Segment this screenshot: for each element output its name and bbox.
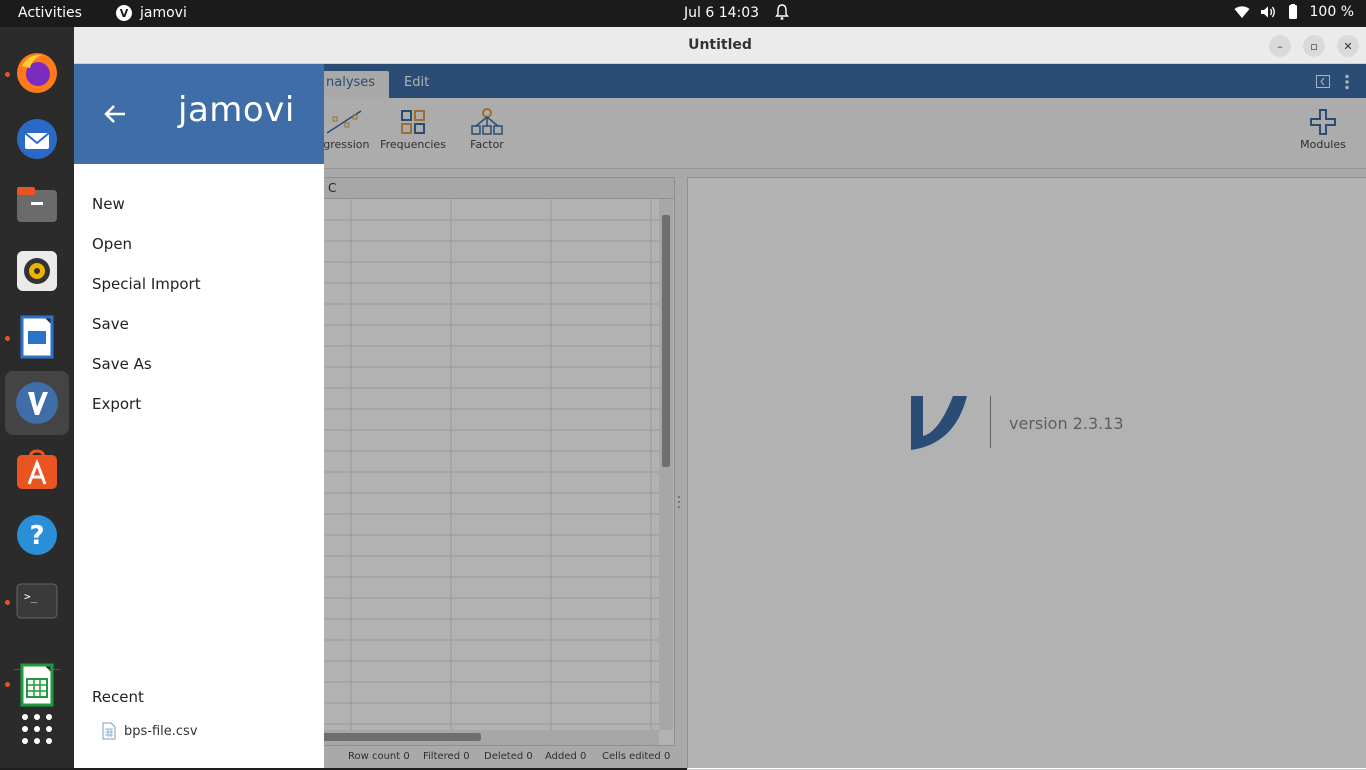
app-menu[interactable]: V jamovi [116, 5, 187, 21]
recent-file-item[interactable]: bps-file.csv [102, 722, 198, 740]
libreoffice-impress-icon[interactable] [10, 310, 64, 364]
dock: ? >_ [0, 27, 74, 768]
window-title: Untitled [688, 37, 752, 53]
app-name: jamovi [140, 5, 187, 21]
recent-title: Recent [92, 688, 144, 706]
menu-item-new[interactable]: New [92, 195, 125, 213]
battery-icon [1288, 4, 1297, 19]
jamovi-dock-icon[interactable] [5, 371, 69, 435]
file-menu-header: jamovi [74, 64, 324, 164]
menu-item-open[interactable]: Open [92, 235, 132, 253]
modal-backdrop[interactable] [324, 64, 1366, 768]
help-icon[interactable]: ? [10, 508, 64, 562]
notification-bell-icon[interactable] [774, 3, 790, 21]
menu-item-special-import[interactable]: Special Import [92, 275, 201, 293]
menu-item-export[interactable]: Export [92, 395, 141, 413]
window-titlebar[interactable]: Untitled – ▫ ✕ [74, 27, 1366, 64]
volume-icon [1260, 6, 1275, 18]
activities-button[interactable]: Activities [18, 5, 82, 21]
rhythmbox-icon[interactable] [10, 244, 64, 298]
back-arrow-icon[interactable] [104, 104, 126, 124]
thunderbird-icon[interactable] [10, 112, 64, 166]
menu-item-save-as[interactable]: Save As [92, 355, 152, 373]
file-menu-panel: jamovi New Open Special Import Save Save… [74, 64, 324, 768]
firefox-icon[interactable] [10, 46, 64, 100]
spreadsheet-file-icon [102, 722, 116, 740]
show-apps-grid-icon[interactable] [10, 702, 64, 756]
maximize-button[interactable]: ▫ [1303, 35, 1325, 57]
recent-file-name: bps-file.csv [124, 723, 198, 739]
minimize-button[interactable]: – [1269, 35, 1291, 57]
menu-item-save[interactable]: Save [92, 315, 129, 333]
wifi-icon [1234, 6, 1250, 18]
svg-text:?: ? [29, 521, 44, 551]
clock[interactable]: Jul 6 14:03 [684, 5, 759, 21]
jamovi-logo-text: jamovi [178, 90, 295, 130]
svg-text:>_: >_ [24, 590, 38, 603]
battery-percent: 100 % [1309, 4, 1354, 20]
system-tray[interactable]: 100 % [1234, 4, 1354, 20]
system-top-bar: Activities V jamovi Jul 6 14:03 100 % [0, 0, 1366, 27]
terminal-icon[interactable]: >_ [10, 574, 64, 628]
files-icon[interactable] [10, 178, 64, 232]
app-center-icon[interactable] [10, 442, 64, 496]
close-button[interactable]: ✕ [1337, 35, 1359, 57]
jamovi-app-icon: V [116, 5, 132, 21]
